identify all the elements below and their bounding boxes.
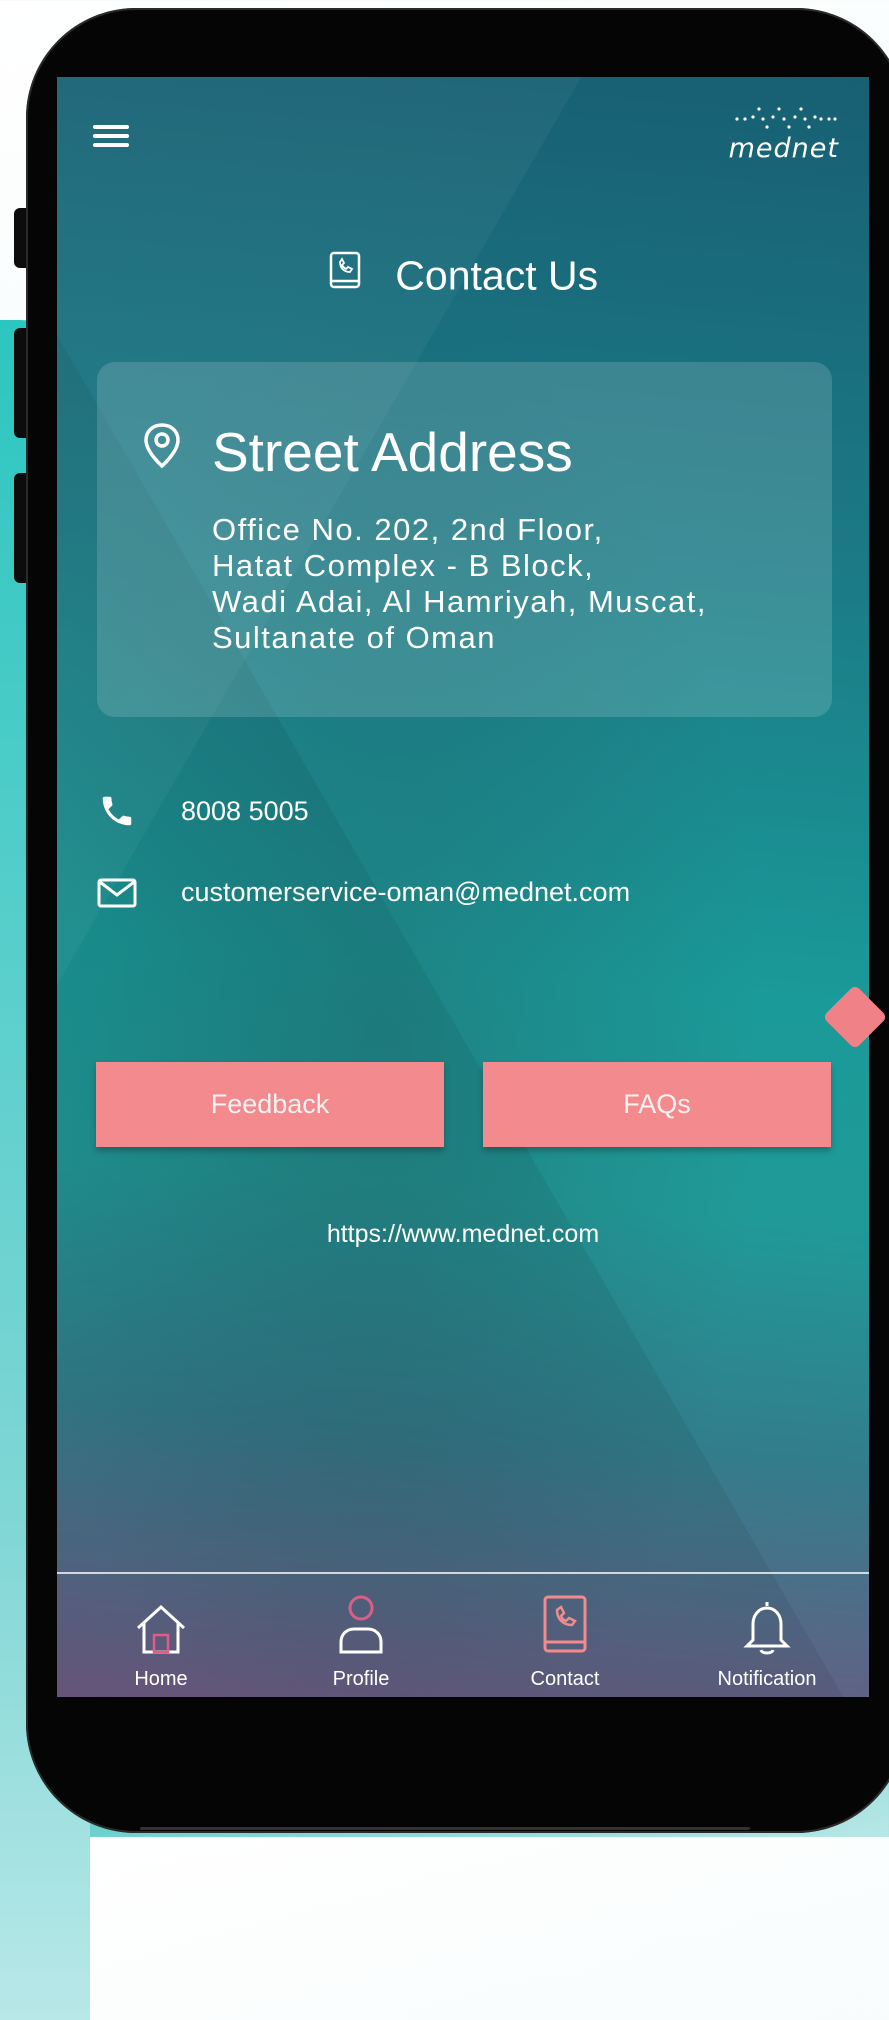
faqs-button[interactable]: FAQs [483,1062,831,1147]
nav-item-home[interactable]: Home [61,1594,261,1691]
website-link[interactable]: https://www.mednet.com [57,1220,869,1249]
address-card: Street Address Office No. 202, 2nd Floor… [97,362,832,717]
mail-icon [95,878,139,908]
address-line: Hatat Complex - B Block, [212,548,595,583]
email-row[interactable]: customerservice-oman@mednet.com [95,877,630,908]
nav-label: Notification [717,1668,817,1690]
phone-side-button [14,208,26,268]
nav-item-profile[interactable]: Profile [261,1594,461,1691]
profile-icon [261,1594,461,1656]
phone-number[interactable]: 8008 5005 [181,796,309,827]
address-line: Sultanate of Oman [212,620,496,655]
phone-side-button [14,473,26,583]
nav-label: Home [134,1668,188,1690]
logo-text: mednet [728,133,839,164]
phone-side-button [14,328,26,438]
phone-icon [95,792,139,830]
mednet-dots-logo [735,107,837,129]
page-title: Contact Us [57,250,869,301]
bell-icon [667,1594,867,1656]
contact-book-icon [465,1594,665,1656]
phone-book-icon [328,251,362,301]
home-icon [61,1594,261,1656]
phone-row[interactable]: 8008 5005 [95,792,309,830]
nav-item-notification[interactable]: Notification [667,1594,867,1691]
location-pin-icon [142,422,182,475]
phone-bottom-edge [140,1827,750,1830]
feedback-button[interactable]: Feedback [96,1062,444,1147]
address-line: Office No. 202, 2nd Floor, [212,512,604,547]
mednet-logo: mednet [729,97,839,164]
hamburger-menu-icon[interactable] [93,125,129,151]
address-text: Office No. 202, 2nd Floor, Hatat Complex… [212,512,707,656]
nav-label: Contact [530,1668,600,1690]
page-title-text: Contact Us [395,252,599,299]
email-address[interactable]: customerservice-oman@mednet.com [181,877,630,908]
bottom-navigation: Home Profile Contact Notification [57,1574,869,1697]
nav-item-contact[interactable]: Contact [465,1594,665,1691]
nav-label: Profile [332,1668,390,1690]
app-screen: mednet Contact Us Street Address Office … [57,77,869,1697]
address-heading: Street Address [212,421,573,483]
address-line: Wadi Adai, Al Hamriyah, Muscat, [212,584,708,619]
